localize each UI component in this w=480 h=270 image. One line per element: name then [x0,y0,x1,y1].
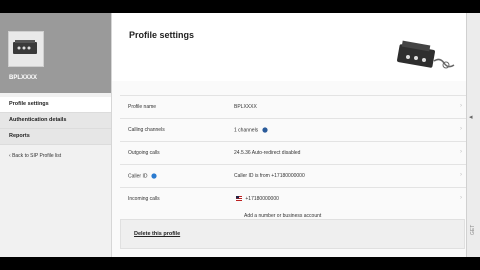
row-profile-name[interactable]: Profile name BPLXXXX › [120,95,466,118]
chevron-right-icon: › [460,126,462,132]
row-value: BPLXXXX [234,104,257,110]
row-label: Profile name [128,104,157,110]
row-label: Caller ID [128,173,159,179]
device-icon [13,40,37,54]
chevron-right-icon: › [460,103,462,109]
row-label-text: Caller ID [128,173,148,180]
delete-panel: Delete this profile [120,219,465,249]
profile-name: BPLXXXX [9,75,38,81]
row-value-text: 1 channels [234,127,259,134]
row-value: +17180000000 [234,196,279,202]
chevron-right-icon: › [460,195,462,201]
row-value-text: +17180000000 [245,196,279,202]
scroll-arrow-icon[interactable]: ◂ [469,113,473,121]
info-icon[interactable] [261,127,268,133]
sip-device-icon [397,40,455,69]
scrollbar[interactable]: ◂ GET [466,13,480,257]
chevron-left-icon: ‹ [9,153,11,159]
sidebar-item-profile-settings[interactable]: Profile settings [0,97,111,113]
back-link-label: Back to SIP Profile list [12,153,62,159]
sidebar-item-reports[interactable]: Reports [0,129,111,145]
title-bar: Profile settings [112,13,466,81]
row-value: Caller ID is from +17180000000 [234,173,305,179]
chevron-right-icon: › [460,172,462,178]
row-label: Incoming calls [128,196,160,202]
row-label: Outgoing calls [128,150,160,156]
row-outgoing-calls[interactable]: Outgoing calls 24.5.36 Auto-redirect dis… [120,141,466,164]
row-value: 1 channels [234,127,270,133]
row-label: Calling channels [128,127,165,133]
row-value: 24.5.36 Auto-redirect disabled [234,150,301,156]
sidebar-nav: Profile settings Authentication details … [0,97,111,159]
sidebar: BPLXXXX Profile settings Authentication … [0,13,112,257]
flag-icon [236,196,242,202]
chevron-right-icon: › [460,149,462,155]
profile-card: BPLXXXX [0,13,111,93]
page-title: Profile settings [129,30,195,40]
row-calling-channels[interactable]: Calling channels 1 channels › [120,118,466,141]
sidebar-item-authentication-details[interactable]: Authentication details [0,113,111,129]
back-link[interactable]: ‹ Back to SIP Profile list [0,153,111,159]
settings-table: Profile name BPLXXXX › Calling channels … [120,95,466,224]
sip-device-avatar [8,31,44,67]
row-incoming-calls[interactable]: Incoming calls +17180000000 › [120,187,466,210]
help-icon[interactable] [151,173,157,179]
main-content: Profile settings Profile name BPLXXXX › … [112,13,466,257]
side-tab-label[interactable]: GET [470,225,476,235]
row-caller-id[interactable]: Caller ID Caller ID is from +17180000000… [120,164,466,187]
delete-profile-link[interactable]: Delete this profile [134,231,180,237]
